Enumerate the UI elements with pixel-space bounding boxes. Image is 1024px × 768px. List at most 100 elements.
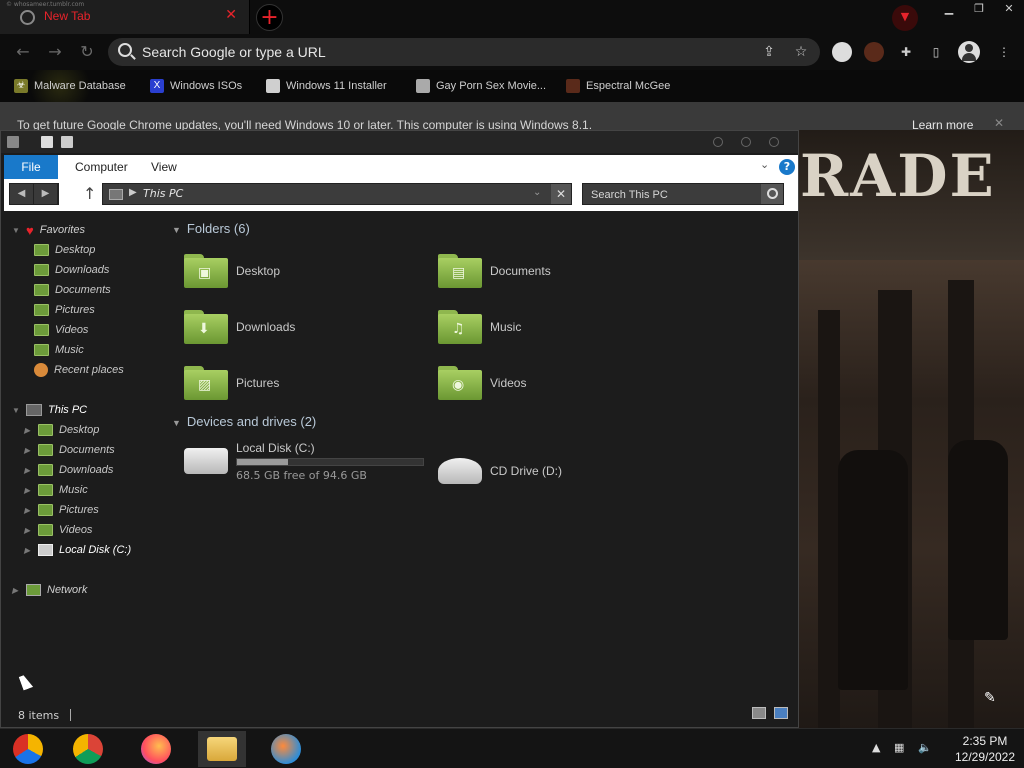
collapse-arrow-icon[interactable]: ▼ (172, 225, 181, 235)
nav-fav-desktop[interactable]: Desktop (34, 241, 95, 259)
explorer-minimize-icon[interactable] (713, 137, 723, 147)
collapsed-arrow-icon[interactable]: ▶ (24, 446, 32, 455)
extensions-puzzle-icon[interactable]: ✚ (896, 42, 916, 62)
tab-view[interactable]: View (151, 155, 177, 179)
folder-documents[interactable]: ▤ Documents (438, 249, 678, 293)
tab-new-tab[interactable]: © whosameer.tumblr.com New Tab ✕ (0, 0, 250, 34)
new-tab-button[interactable]: + (256, 4, 283, 31)
tab-computer[interactable]: Computer (75, 155, 128, 179)
address-dropdown-icon[interactable]: ⌄ (533, 187, 541, 198)
folder-music[interactable]: ♫ Music (438, 305, 678, 349)
omnibox[interactable]: ⇪ ☆ (108, 38, 820, 66)
bookmark-windows-11-installer[interactable]: Windows 11 Installer (266, 77, 387, 95)
nav-network[interactable]: ▶ Network (12, 581, 87, 599)
nav-fav-music[interactable]: Music (34, 341, 84, 359)
collapsed-arrow-icon[interactable]: ▶ (24, 466, 32, 475)
taskbar-chrome-canary[interactable] (4, 731, 52, 767)
menu-kebab-icon[interactable]: ⋮ (994, 42, 1014, 62)
expand-arrow-icon[interactable]: ▼ (12, 406, 20, 415)
explorer-system-icon[interactable] (7, 136, 19, 148)
bookmark-star-icon[interactable]: ☆ (792, 43, 810, 61)
tray-expand-icon[interactable]: ▲ (872, 741, 880, 754)
bookmark-espectral-mcgee[interactable]: Espectral McGee (566, 77, 670, 95)
collapsed-arrow-icon[interactable]: ▶ (24, 426, 32, 435)
close-window-icon[interactable]: ✕ (994, 0, 1024, 18)
bookmark-malware-database[interactable]: ☣ Malware Database (14, 77, 126, 95)
drive-local-disk-c[interactable]: Local Disk (C:) 68.5 GB free of 94.6 GB (184, 439, 454, 483)
taskbar-people[interactable] (262, 731, 310, 767)
explorer-back-icon[interactable]: ◀ (10, 184, 34, 204)
nav-pc-music[interactable]: ▶ Music (24, 481, 88, 499)
collapsed-arrow-icon[interactable]: ▶ (24, 526, 32, 535)
search-input[interactable] (591, 187, 751, 203)
address-clear-icon[interactable]: ✕ (551, 184, 571, 204)
folder-downloads[interactable]: ⬇ Downloads (184, 305, 424, 349)
nav-fav-downloads[interactable]: Downloads (34, 261, 109, 279)
collapse-arrow-icon[interactable]: ▼ (172, 418, 181, 428)
taskbar-firefox[interactable] (132, 731, 180, 767)
collapsed-arrow-icon[interactable]: ▶ (24, 506, 32, 515)
nav-fav-pictures[interactable]: Pictures (34, 301, 95, 319)
tab-close-icon[interactable]: ✕ (225, 7, 237, 23)
nav-fav-videos[interactable]: Videos (34, 321, 88, 339)
bookmark-windows-isos[interactable]: X Windows ISOs (150, 77, 242, 95)
explorer-maximize-icon[interactable] (741, 137, 751, 147)
help-icon[interactable]: ? (779, 159, 795, 175)
profile-avatar-icon[interactable] (958, 41, 980, 63)
nav-pc-documents[interactable]: ▶ Documents (24, 441, 115, 459)
details-view-icon[interactable] (752, 707, 766, 719)
customize-pencil-icon[interactable]: ✎ (984, 690, 996, 706)
nav-pc-local-disk[interactable]: ▶ Local Disk (C:) (24, 541, 131, 559)
taskbar-clock[interactable]: 2:35 PM 12/29/2022 (950, 733, 1020, 765)
up-arrow-icon[interactable]: ↑ (83, 184, 96, 203)
share-icon[interactable]: ⇪ (760, 43, 778, 61)
ribbon-expand-chevron-icon[interactable]: ⌄ (760, 158, 769, 171)
extension-avatar-icon[interactable] (864, 42, 884, 62)
nav-favorites[interactable]: ▼ ♥ Favorites (12, 221, 85, 239)
breadcrumb-arrow-icon[interactable]: ▶ (129, 187, 137, 198)
volume-icon[interactable]: 🔈 (918, 741, 932, 754)
tab-file[interactable]: File (4, 155, 58, 179)
large-icons-view-icon[interactable] (774, 707, 788, 719)
search-button-icon[interactable] (761, 184, 783, 204)
tab-search-icon[interactable]: ▼ (892, 5, 918, 31)
nav-this-pc[interactable]: ▼ This PC (12, 401, 87, 419)
folder-pictures[interactable]: ▨ Pictures (184, 361, 424, 405)
collapsed-arrow-icon[interactable]: ▶ (24, 486, 32, 495)
reload-icon[interactable]: ↻ (76, 42, 98, 64)
nav-fav-recent-places[interactable]: Recent places (34, 361, 124, 379)
drive-cd-d[interactable]: CD Drive (D:) (438, 449, 678, 493)
collapsed-arrow-icon[interactable]: ▶ (24, 546, 32, 555)
folders-section-header[interactable]: ▼ Folders (6) (172, 221, 250, 236)
extension-flag-icon[interactable] (832, 42, 852, 62)
collapsed-arrow-icon[interactable]: ▶ (12, 586, 20, 595)
omnibox-input[interactable] (142, 42, 742, 62)
infobar-close-icon[interactable]: ✕ (994, 116, 1004, 130)
back-icon[interactable]: ← (12, 42, 34, 64)
nav-pc-downloads[interactable]: ▶ Downloads (24, 461, 113, 479)
network-status-icon[interactable]: ▦ (894, 741, 904, 754)
explorer-forward-icon[interactable]: ▶ (34, 184, 58, 204)
expand-arrow-icon[interactable]: ▼ (12, 226, 20, 235)
properties-icon[interactable] (41, 136, 53, 148)
taskbar-file-explorer[interactable] (198, 731, 246, 767)
taskbar-chrome[interactable] (64, 731, 112, 767)
folder-desktop[interactable]: ▣ Desktop (184, 249, 424, 293)
side-panel-icon[interactable]: ▯ (926, 42, 946, 62)
this-pc-icon (109, 189, 123, 200)
nav-pc-videos[interactable]: ▶ Videos (24, 521, 92, 539)
nav-pc-pictures[interactable]: ▶ Pictures (24, 501, 99, 519)
drives-section-header[interactable]: ▼ Devices and drives (2) (172, 414, 316, 429)
nav-fav-documents[interactable]: Documents (34, 281, 111, 299)
minimize-icon[interactable]: ▁ (934, 0, 964, 18)
restore-icon[interactable]: ❐ (964, 0, 994, 18)
folder-videos[interactable]: ◉ Videos (438, 361, 678, 405)
heart-icon: ♥ (26, 222, 34, 238)
new-folder-icon[interactable] (61, 136, 73, 148)
bookmark-site[interactable]: Gay Porn Sex Movie... (416, 77, 546, 95)
forward-icon[interactable]: → (44, 42, 66, 64)
address-bar[interactable]: ▶ This PC ⌄ ✕ (102, 183, 572, 205)
search-box[interactable] (582, 183, 784, 205)
nav-pc-desktop[interactable]: ▶ Desktop (24, 421, 99, 439)
explorer-close-icon[interactable] (769, 137, 779, 147)
